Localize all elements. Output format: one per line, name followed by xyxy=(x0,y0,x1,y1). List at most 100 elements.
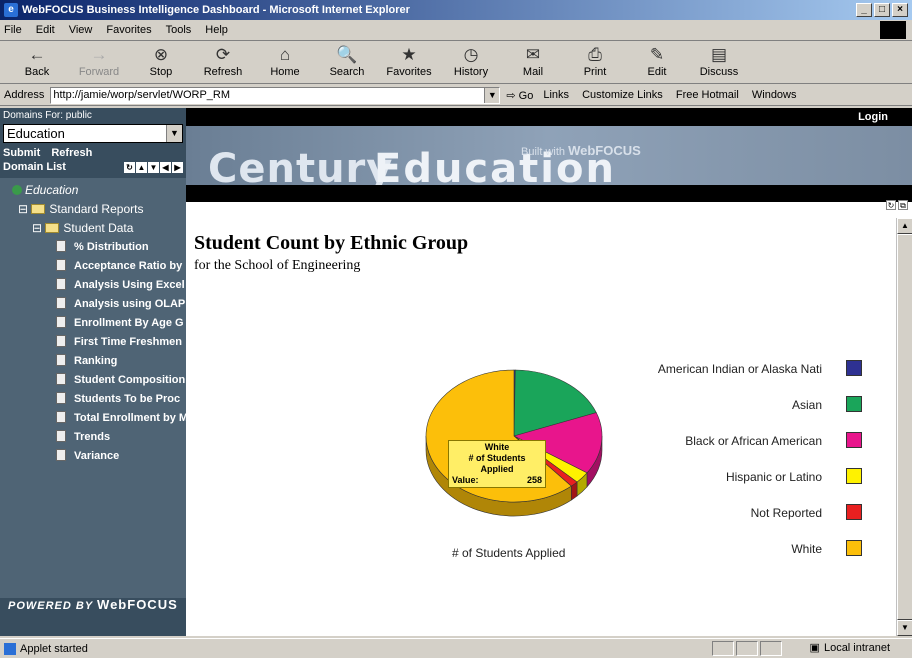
toolbar-edit-button[interactable]: ✎ Edit xyxy=(626,42,688,83)
toolbar-history-button[interactable]: ◷ History xyxy=(440,42,502,83)
domains-label: Domains For: public xyxy=(3,110,92,121)
address-input[interactable]: http://jamie/worp/servlet/WORP_RM ▼ xyxy=(50,86,501,104)
go-label: Go xyxy=(518,89,534,102)
up-arrow-icon[interactable]: ▲ xyxy=(136,161,147,173)
toolbar-forward-button[interactable]: → Forward xyxy=(68,42,130,83)
toolbar-search-button[interactable]: 🔍 Search xyxy=(316,42,378,83)
scroll-up-icon[interactable]: ▲ xyxy=(897,218,912,234)
legend-label: White xyxy=(791,542,822,556)
report-label: Enrollment By Age G xyxy=(74,317,184,329)
report-label: First Time Freshmen xyxy=(74,336,182,348)
edit-icon: ✎ xyxy=(649,45,665,64)
page-icon xyxy=(4,642,16,655)
toolbar-print-button[interactable]: ⎙ Print xyxy=(564,42,626,83)
minimize-button[interactable]: _ xyxy=(856,3,872,17)
close-button[interactable]: × xyxy=(892,3,908,17)
links-label[interactable]: Links xyxy=(543,89,569,101)
windows-logo-icon xyxy=(880,21,906,39)
built-prefix: Built with xyxy=(521,146,566,158)
report-icon xyxy=(56,354,66,366)
toolbar-label: Search xyxy=(329,66,365,78)
tree-root-label: Education xyxy=(25,183,79,197)
toolbar-refresh-button[interactable]: ⟳ Refresh xyxy=(192,42,254,83)
tree-report-item[interactable]: Ranking xyxy=(0,352,186,371)
toolbar-mail-button[interactable]: ✉ Mail xyxy=(502,42,564,83)
toolbar-stop-button[interactable]: ⊗ Stop xyxy=(130,42,192,83)
tree-report-item[interactable]: % Distribution xyxy=(0,238,186,257)
legend-label: American Indian or Alaska Nati xyxy=(657,362,822,376)
chevron-down-icon[interactable]: ▼ xyxy=(166,125,182,142)
toolbar-favorites-button[interactable]: ★ Favorites xyxy=(378,42,440,83)
refresh-icon: ⟳ xyxy=(215,45,231,64)
toolbar-label: Stop xyxy=(149,66,173,78)
report-label: Analysis using OLAP xyxy=(74,298,186,310)
legend-swatch xyxy=(846,360,862,376)
domain-select[interactable]: Education ▼ xyxy=(3,124,183,143)
tree-report-item[interactable]: First Time Freshmen xyxy=(0,333,186,352)
login-link[interactable]: Login xyxy=(858,111,888,123)
address-url: http://jamie/worp/servlet/WORP_RM xyxy=(53,88,231,101)
tree-report-item[interactable]: Student Composition xyxy=(0,371,186,390)
link-hotmail[interactable]: Free Hotmail xyxy=(676,89,739,101)
forward-icon: → xyxy=(90,45,108,64)
toolbar-home-button[interactable]: ⌂ Home xyxy=(254,42,316,83)
maximize-button[interactable]: □ xyxy=(874,3,890,17)
toolbar-label: Refresh xyxy=(203,66,243,78)
refresh-icon[interactable]: ↻ xyxy=(124,161,135,173)
vertical-scrollbar[interactable]: ▲ ▼ xyxy=(896,218,912,636)
legend-item: White xyxy=(466,540,896,562)
toolbar-discuss-button[interactable]: ▤ Discuss xyxy=(688,42,750,83)
refresh-link[interactable]: Refresh xyxy=(51,147,92,159)
print-icon: ⎙ xyxy=(588,45,602,64)
menu-view[interactable]: View xyxy=(69,24,93,36)
menu-edit[interactable]: Edit xyxy=(36,24,55,36)
right-arrow-icon[interactable]: ▶ xyxy=(172,161,183,173)
tree-report-item[interactable]: Variance xyxy=(0,447,186,466)
menu-favorites[interactable]: Favorites xyxy=(106,24,151,36)
link-windows[interactable]: Windows xyxy=(752,89,797,101)
link-customize[interactable]: Customize Links xyxy=(582,89,663,101)
powered-by-logo: POWERED BY WebFOCUS xyxy=(8,597,178,612)
report-icon xyxy=(56,449,66,461)
go-button[interactable]: ⇨ Go xyxy=(506,89,533,102)
reload-icon[interactable]: ↻ xyxy=(886,200,896,210)
header-banner: Login Century Education Built with WebFO… xyxy=(186,108,912,202)
report-content: ↻ ⧉ Student Count by Ethnic Group for th… xyxy=(186,200,912,636)
scroll-thumb[interactable] xyxy=(897,234,912,620)
zone-label: Local intranet xyxy=(823,641,890,654)
tree-folder-student-data[interactable]: ⊟ Student Data xyxy=(0,219,186,238)
address-dropdown-icon[interactable]: ▼ xyxy=(484,87,500,103)
menu-help[interactable]: Help xyxy=(205,24,228,36)
status-text: Applet started xyxy=(20,642,88,655)
toolbar-label: Favorites xyxy=(386,66,432,78)
report-icon xyxy=(56,259,66,271)
legend-item: American Indian or Alaska Nati xyxy=(466,360,896,382)
new-window-icon[interactable]: ⧉ xyxy=(898,200,908,210)
legend-label: Black or African American xyxy=(685,434,822,448)
tree-report-item[interactable]: Students To be Proc xyxy=(0,390,186,409)
legend-item: Not Reported xyxy=(466,504,896,526)
tree-report-item[interactable]: Enrollment By Age G xyxy=(0,314,186,333)
discuss-icon: ▤ xyxy=(710,45,728,64)
left-arrow-icon[interactable]: ◀ xyxy=(160,161,171,173)
submit-link[interactable]: Submit xyxy=(3,147,40,159)
report-label: Ranking xyxy=(74,355,118,367)
legend-swatch xyxy=(846,396,862,412)
menu-tools[interactable]: Tools xyxy=(166,24,192,36)
scroll-down-icon[interactable]: ▼ xyxy=(897,620,912,636)
toolbar-label: Edit xyxy=(647,66,667,78)
tree-root[interactable]: Education xyxy=(0,181,186,200)
tree-report-item[interactable]: Total Enrollment by M xyxy=(0,409,186,428)
tree-report-item[interactable]: Analysis using OLAP xyxy=(0,295,186,314)
address-bar: Address http://jamie/worp/servlet/WORP_R… xyxy=(0,85,912,106)
tree-report-item[interactable]: Analysis Using Excel xyxy=(0,276,186,295)
menu-file[interactable]: File xyxy=(4,24,22,36)
down-arrow-icon[interactable]: ▼ xyxy=(148,161,159,173)
sidebar: Domains For: public Education ▼ Submit R… xyxy=(0,108,186,636)
tree-report-item[interactable]: Acceptance Ratio by xyxy=(0,257,186,276)
toolbar-back-button[interactable]: ← Back xyxy=(6,42,68,83)
tree-report-item[interactable]: Trends xyxy=(0,428,186,447)
tree-folder-standard-reports[interactable]: ⊟ Standard Reports xyxy=(0,200,186,219)
toolbar-label: Home xyxy=(270,66,300,78)
report-icon xyxy=(56,335,66,347)
